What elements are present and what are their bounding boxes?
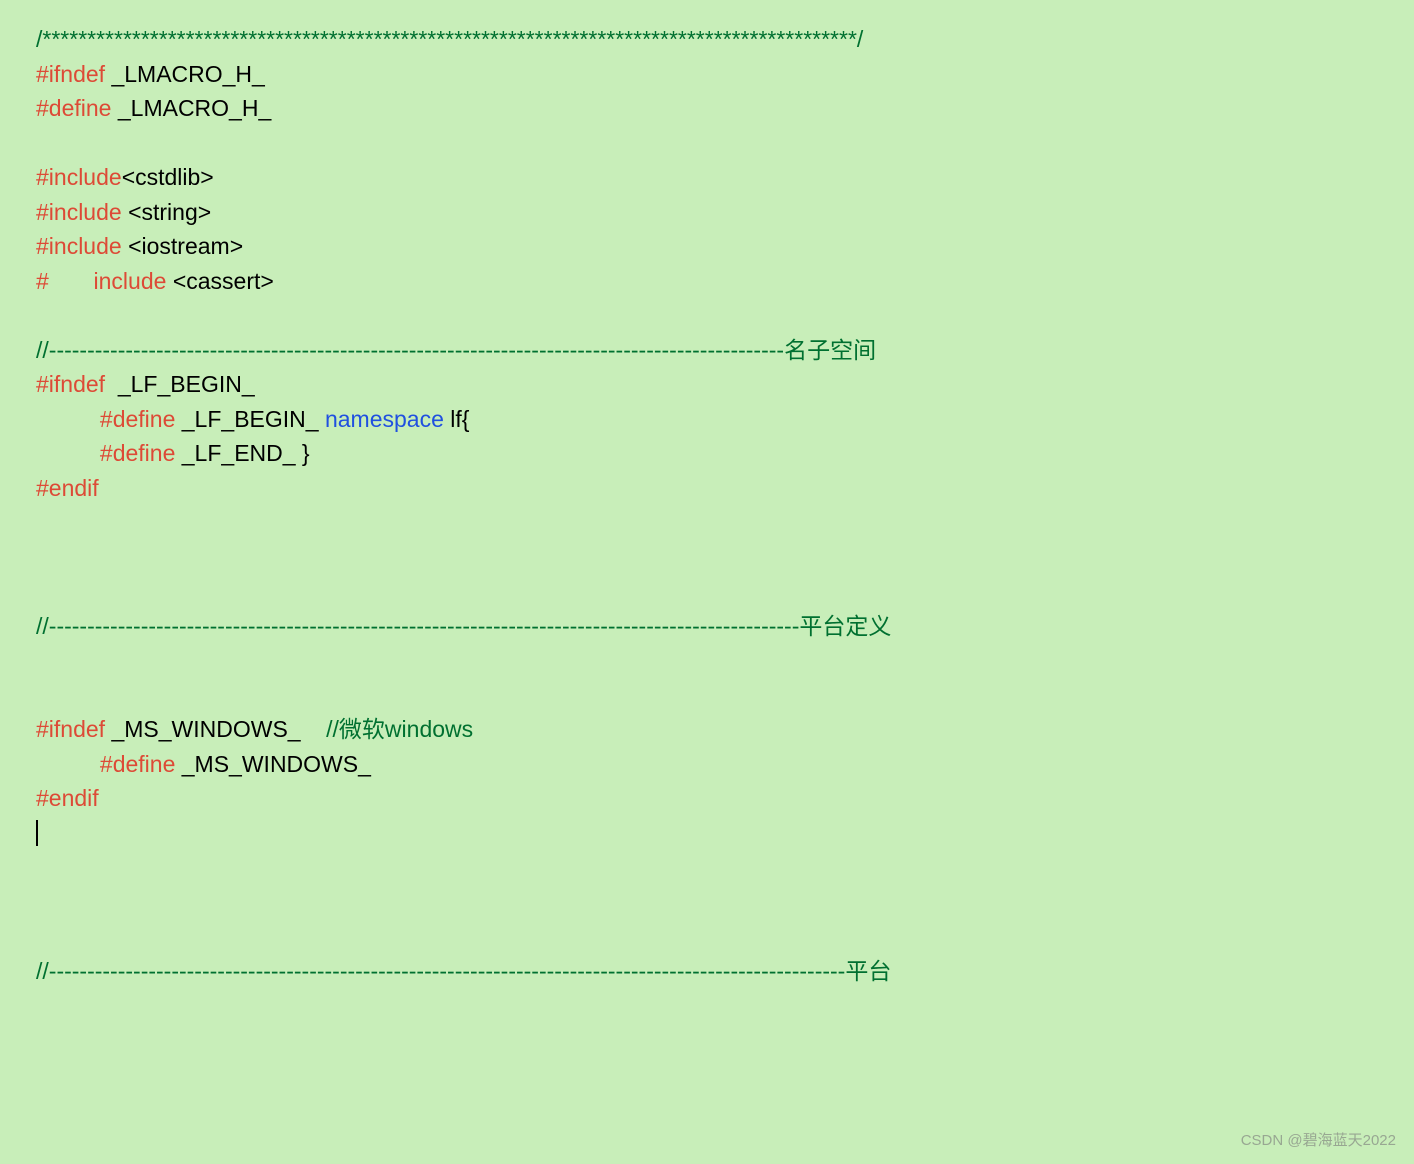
code-line-8: # include <cassert> xyxy=(36,264,1378,299)
code-line-28: //--------------------------------------… xyxy=(36,954,1378,989)
indent xyxy=(36,406,100,432)
ifndef-directive: #ifndef xyxy=(36,61,105,87)
section-label-namespace: 名子空间 xyxy=(784,337,876,363)
code-line-21: #ifndef _MS_WINDOWS_ //微软windows xyxy=(36,712,1378,747)
hash-directive: # xyxy=(36,268,49,294)
define-directive: #define xyxy=(100,440,182,466)
code-line-5: #include<cstdlib> xyxy=(36,160,1378,195)
define-directive: #define xyxy=(36,95,111,121)
macro-name: _LF_BEGIN_ xyxy=(182,406,319,432)
code-line-6: #include <string> xyxy=(36,195,1378,230)
code-line-20 xyxy=(36,678,1378,713)
define-directive: #define xyxy=(100,406,182,432)
define-directive: #define xyxy=(100,751,182,777)
code-line-27 xyxy=(36,919,1378,954)
section-label-platform-def: 平台定义 xyxy=(799,613,891,639)
ifndef-directive: #ifndef xyxy=(36,371,118,397)
code-line-25 xyxy=(36,850,1378,885)
endif-directive: #endif xyxy=(36,785,99,811)
code-line-10: //--------------------------------------… xyxy=(36,333,1378,368)
namespace-body: lf{ xyxy=(450,406,469,432)
section-divider-platform: //--------------------------------------… xyxy=(36,958,845,984)
code-line-18: //--------------------------------------… xyxy=(36,609,1378,644)
include-header: <iostream> xyxy=(128,233,243,259)
code-line-2: #ifndef _LMACRO_H_ xyxy=(36,57,1378,92)
macro-name: _MS_WINDOWS_ xyxy=(182,751,371,777)
code-line-15 xyxy=(36,505,1378,540)
code-line-16 xyxy=(36,540,1378,575)
include-header: <string> xyxy=(128,199,211,225)
endif-directive: #endif xyxy=(36,475,99,501)
code-line-11: #ifndef _LF_BEGIN_ xyxy=(36,367,1378,402)
code-line-1: /***************************************… xyxy=(36,22,1378,57)
guard-name: _LMACRO_H_ xyxy=(105,61,265,87)
namespace-keyword: namespace xyxy=(319,406,451,432)
ifndef-directive: #ifndef xyxy=(36,716,111,742)
section-divider-platform-def: //--------------------------------------… xyxy=(36,613,799,639)
comment-block-header: /***************************************… xyxy=(36,26,863,52)
code-line-12: #define _LF_BEGIN_ namespace lf{ xyxy=(36,402,1378,437)
text-cursor xyxy=(36,820,38,846)
include-header: <cstdlib> xyxy=(122,164,214,190)
include-directive: #include xyxy=(36,199,128,225)
code-line-13: #define _LF_END_ } xyxy=(36,436,1378,471)
inline-comment: //微软windows xyxy=(326,716,473,742)
include-header: <cassert> xyxy=(173,268,274,294)
guard-name: _LMACRO_H_ xyxy=(111,95,271,121)
watermark-text: CSDN @碧海蓝天2022 xyxy=(1241,1130,1396,1153)
code-line-23: #endif xyxy=(36,781,1378,816)
include-directive: #include xyxy=(36,164,122,190)
macro-name: _MS_WINDOWS_ xyxy=(111,716,326,742)
code-line-7: #include <iostream> xyxy=(36,229,1378,264)
macro-name-value: _LF_END_ } xyxy=(182,440,310,466)
code-line-4 xyxy=(36,126,1378,161)
code-line-14: #endif xyxy=(36,471,1378,506)
code-line-3: #define _LMACRO_H_ xyxy=(36,91,1378,126)
macro-name: _LF_BEGIN_ xyxy=(118,371,255,397)
code-line-17 xyxy=(36,574,1378,609)
indent xyxy=(36,440,100,466)
include-keyword: include xyxy=(49,268,173,294)
section-label-platform: 平台 xyxy=(845,958,891,984)
include-directive: #include xyxy=(36,233,128,259)
code-editor: /***************************************… xyxy=(36,22,1378,988)
code-line-9 xyxy=(36,298,1378,333)
code-line-22: #define _MS_WINDOWS_ xyxy=(36,747,1378,782)
section-divider-namespace: //--------------------------------------… xyxy=(36,337,784,363)
code-line-26 xyxy=(36,885,1378,920)
code-line-24 xyxy=(36,816,1378,851)
indent xyxy=(36,751,100,777)
code-line-19 xyxy=(36,643,1378,678)
